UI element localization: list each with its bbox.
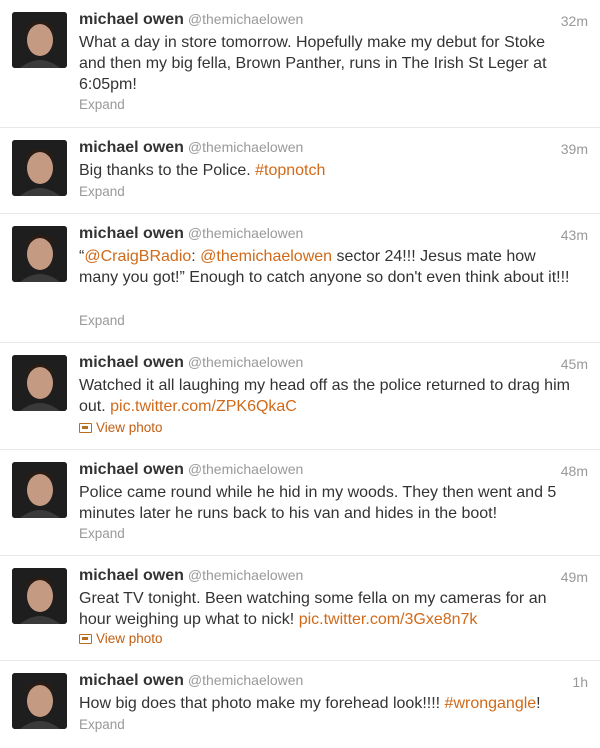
photo-icon	[79, 423, 92, 433]
expand-link[interactable]: Expand	[79, 97, 125, 112]
tweet-text: What a day in store tomorrow. Hopefully …	[79, 32, 574, 95]
timestamp[interactable]: 45m	[561, 356, 588, 372]
tweet-item[interactable]: michael owen @themichaelowen 45m Watched …	[0, 343, 600, 450]
tweet-text-content: How big does that photo make my forehead…	[79, 695, 445, 712]
tweet-text: Big thanks to the Police. #topnotch	[79, 160, 574, 181]
tweet-item[interactable]: michael owen @themichaelowen 39m Big than…	[0, 128, 600, 214]
avatar[interactable]	[12, 355, 67, 411]
author-handle[interactable]: @themichaelowen	[188, 139, 303, 155]
author-name[interactable]: michael owen @themichaelowen	[79, 225, 303, 243]
author-name[interactable]: michael owen @themichaelowen	[79, 11, 303, 29]
author-name-text[interactable]: michael owen	[79, 461, 184, 478]
view-photo-link[interactable]: View photo	[79, 420, 163, 435]
hashtag-link[interactable]: #wrongangle	[445, 695, 537, 712]
tweet-item[interactable]: michael owen @themichaelowen 43m “@CraigB…	[0, 214, 600, 343]
author-name-text[interactable]: michael owen	[79, 567, 184, 584]
avatar[interactable]	[12, 226, 67, 282]
author-name-text[interactable]: michael owen	[79, 672, 184, 689]
avatar[interactable]	[12, 568, 67, 624]
timestamp[interactable]: 32m	[561, 13, 588, 29]
expand-link[interactable]: Expand	[79, 313, 125, 328]
author-name-text[interactable]: michael owen	[79, 139, 184, 156]
tweet-text: Police came round while he hid in my woo…	[79, 482, 574, 524]
author-handle[interactable]: @themichaelowen	[188, 567, 303, 583]
timestamp[interactable]: 43m	[561, 227, 588, 243]
author-name[interactable]: michael owen @themichaelowen	[79, 139, 303, 157]
author-handle[interactable]: @themichaelowen	[188, 11, 303, 27]
author-handle[interactable]: @themichaelowen	[188, 354, 303, 370]
hashtag-link[interactable]: #topnotch	[255, 162, 325, 179]
tweet-text-content: Big thanks to the Police.	[79, 162, 256, 179]
timestamp[interactable]: 48m	[561, 463, 588, 479]
author-name-text[interactable]: michael owen	[79, 354, 184, 371]
photo-icon	[79, 634, 92, 644]
tweet-text-content: :	[191, 248, 201, 265]
tweet-text: “@CraigBRadio: @themichaelowen sector 24…	[79, 246, 574, 288]
mention-link[interactable]: @themichaelowen	[200, 248, 332, 265]
avatar[interactable]	[12, 462, 67, 518]
author-handle[interactable]: @themichaelowen	[188, 672, 303, 688]
expand-link[interactable]: Expand	[79, 717, 125, 732]
tweet-text-content: !	[536, 695, 541, 712]
avatar[interactable]	[12, 673, 67, 729]
view-photo-link[interactable]: View photo	[79, 631, 163, 646]
author-name-text[interactable]: michael owen	[79, 11, 184, 28]
author-handle[interactable]: @themichaelowen	[188, 225, 303, 241]
pic-link[interactable]: pic.twitter.com/ZPK6QkaC	[110, 398, 297, 415]
tweet-text-content: Police came round while he hid in my woo…	[79, 484, 557, 522]
timestamp[interactable]: 39m	[561, 141, 588, 157]
tweet-text: Watched it all laughing my head off as t…	[79, 375, 574, 417]
author-name-text[interactable]: michael owen	[79, 225, 184, 242]
avatar[interactable]	[12, 140, 67, 196]
author-name[interactable]: michael owen @themichaelowen	[79, 461, 303, 479]
author-name[interactable]: michael owen @themichaelowen	[79, 354, 303, 372]
tweet-item[interactable]: michael owen @themichaelowen 32m What a d…	[0, 0, 600, 128]
tweet-item[interactable]: michael owen @themichaelowen 1h How big d…	[0, 661, 600, 748]
avatar[interactable]	[12, 12, 67, 68]
view-photo-label[interactable]: View photo	[96, 631, 163, 646]
author-handle[interactable]: @themichaelowen	[188, 461, 303, 477]
tweet-text: Great TV tonight. Been watching some fel…	[79, 588, 574, 630]
author-name[interactable]: michael owen @themichaelowen	[79, 567, 303, 585]
tweet-item[interactable]: michael owen @themichaelowen 49m Great TV…	[0, 556, 600, 661]
timestamp[interactable]: 1h	[572, 674, 588, 690]
view-photo-label[interactable]: View photo	[96, 420, 163, 435]
expand-link[interactable]: Expand	[79, 526, 125, 541]
tweet-text: How big does that photo make my forehead…	[79, 693, 574, 714]
tweet-text-content: What a day in store tomorrow. Hopefully …	[79, 34, 547, 93]
tweet-item[interactable]: michael owen @themichaelowen 48m Police c…	[0, 450, 600, 556]
author-name[interactable]: michael owen @themichaelowen	[79, 672, 303, 690]
pic-link[interactable]: pic.twitter.com/3Gxe8n7k	[299, 611, 478, 628]
expand-link[interactable]: Expand	[79, 184, 125, 199]
timestamp[interactable]: 49m	[561, 569, 588, 585]
mention-link[interactable]: @CraigBRadio	[84, 248, 191, 265]
